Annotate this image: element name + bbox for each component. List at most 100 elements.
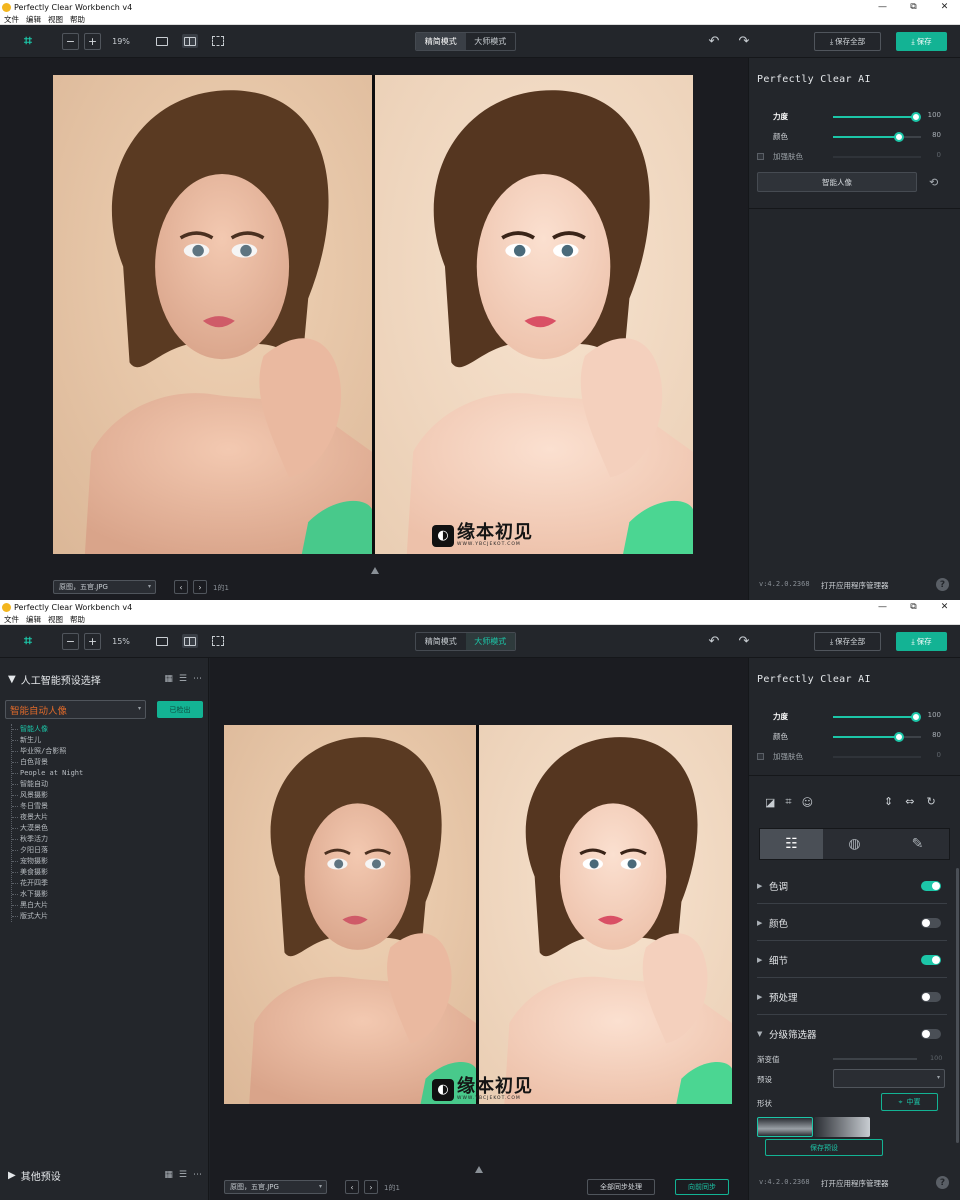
curves-icon[interactable]: ◪ [765,796,775,809]
restore-button[interactable]: ⧉ [898,600,929,614]
preprocess-toggle[interactable] [921,992,941,1002]
zoom-out-button[interactable]: − [62,33,79,50]
mode-simple-tab[interactable]: 精简模式 [416,33,466,50]
preset-section-header[interactable]: ▼ 人工智能预设选择 [8,672,101,687]
minimize-button[interactable]: — [867,600,898,614]
close-button[interactable]: ✕ [929,600,960,614]
single-view-button[interactable] [154,634,170,648]
preset-item[interactable]: 夜景大片 [12,812,131,823]
tab-color[interactable]: ◍ [823,829,886,859]
file-select[interactable]: 原图，五官.JPG ▾ [224,1180,327,1194]
next-image-button[interactable]: › [193,580,207,594]
split-view-button[interactable] [182,634,198,648]
zoom-in-button[interactable]: + [84,633,101,650]
menu-file[interactable]: 文件 [4,14,19,25]
slider-track[interactable] [833,132,921,142]
skin-boost-checkbox[interactable] [757,753,764,760]
preset-item[interactable]: 智能人像 [12,724,131,735]
save-preset-button[interactable]: 保存预设 [765,1139,883,1156]
split-view-button[interactable] [182,34,198,48]
help-icon[interactable]: ? [936,578,949,591]
preset-item[interactable]: 新生儿 [12,735,131,746]
adjust-row-preprocess[interactable]: ▶ 预处理 [757,979,947,1015]
save-all-button[interactable]: ⤓ 保存全部 [814,32,881,51]
slider-track[interactable] [833,732,921,742]
menu-edit[interactable]: 编辑 [26,14,41,25]
adjust-row-color[interactable]: ▶ 颜色 [757,905,947,941]
sync-all-button[interactable]: 全部同步处理 [587,1179,655,1195]
gradient-slider[interactable] [833,1058,917,1060]
rotate-icon[interactable]: ↻ [926,795,935,808]
other-presets-header[interactable]: ▶ 其他预设 [8,1168,61,1183]
restore-button[interactable]: ⧉ [898,0,929,14]
save-button[interactable]: ⤓ 保存 [896,632,947,651]
preset-item[interactable]: 大漠景色 [12,823,131,834]
processed-photo[interactable] [479,725,732,1104]
preset-item[interactable]: 毕业照/合影照 [12,746,131,757]
reset-icon[interactable]: ⟲ [929,176,938,189]
slider-track[interactable] [833,112,921,122]
prev-image-button[interactable]: ‹ [345,1180,359,1194]
shape-linear-thumb[interactable] [757,1117,813,1137]
grid-view-icon[interactable]: ▦ [164,674,173,684]
minimize-button[interactable]: — [867,0,898,14]
list-view-icon[interactable]: ☰ [179,674,187,684]
slider-track[interactable] [833,712,921,722]
menu-view[interactable]: 视图 [48,14,63,25]
apply-preset-button[interactable]: 已检出 [157,701,203,718]
tone-toggle[interactable] [921,881,941,891]
tab-adjustments[interactable]: ☷ [760,829,823,859]
preset-item[interactable]: 水下摄影 [12,889,131,900]
menu-help[interactable]: 帮助 [70,14,85,25]
strength-slider[interactable]: 力度 100 [757,111,953,123]
close-button[interactable]: ✕ [929,0,960,14]
slider-track[interactable] [833,756,921,758]
expand-filmstrip-icon[interactable] [371,567,379,574]
slider-handle[interactable] [910,112,921,122]
preset-item[interactable]: 美食摄影 [12,867,131,878]
slider-handle[interactable] [894,732,905,742]
slider-handle[interactable] [894,132,905,142]
more-icon[interactable]: ⋯ [193,1170,202,1180]
flip-vertical-icon[interactable]: ⇕ [884,795,893,808]
crop-view-button[interactable] [210,34,226,48]
prev-image-button[interactable]: ‹ [174,580,188,594]
save-button[interactable]: ⤓ 保存 [896,32,947,51]
preset-item[interactable]: 智能自动 [12,779,131,790]
slider-track[interactable] [833,156,921,158]
preset-item[interactable]: 秋季活力 [12,834,131,845]
detail-toggle[interactable] [921,955,941,965]
single-view-button[interactable] [154,34,170,48]
menu-file[interactable]: 文件 [4,614,19,625]
redo-button[interactable]: ↷ [736,33,752,49]
skin-boost-checkbox[interactable] [757,153,764,160]
preset-item[interactable]: 版式大片 [12,911,131,922]
adjust-row-detail[interactable]: ▶ 细节 [757,942,947,978]
panel-scrollbar[interactable] [956,868,959,1143]
center-button[interactable]: ⌖ 中置 [881,1093,938,1111]
flip-horizontal-icon[interactable]: ⇔ [905,795,914,808]
more-icon[interactable]: ⋯ [193,674,202,684]
expand-filmstrip-icon[interactable] [475,1166,483,1173]
adjust-row-graduated[interactable]: ▼ 分级筛选器 [757,1016,947,1052]
color-toggle[interactable] [921,918,941,928]
slider-handle[interactable] [910,712,921,722]
crop-icon[interactable]: ⌗ [785,795,791,809]
file-select[interactable]: 原图，五官.JPG ▾ [53,580,156,594]
menu-help[interactable]: 帮助 [70,614,85,625]
mode-master-tab[interactable]: 大师模式 [465,633,515,650]
face-icon[interactable]: ☺ [802,796,813,809]
strength-slider[interactable]: 力度 100 [757,711,953,723]
menu-view[interactable]: 视图 [48,614,63,625]
mode-master-tab[interactable]: 大师模式 [466,33,516,50]
save-all-button[interactable]: ⤓ 保存全部 [814,632,881,651]
preset-item[interactable]: 白色背景 [12,757,131,768]
preset-select[interactable]: 智能自动人像 ▾ [5,700,146,719]
smart-portrait-button[interactable]: 智能人像 [757,172,917,192]
original-photo[interactable] [53,75,372,554]
original-photo[interactable] [224,725,476,1104]
next-image-button[interactable]: › [364,1180,378,1194]
skin-boost-slider[interactable]: 加强肤色 0 [757,751,953,763]
shape-radial-thumb[interactable] [814,1117,870,1137]
undo-button[interactable]: ↶ [706,33,722,49]
